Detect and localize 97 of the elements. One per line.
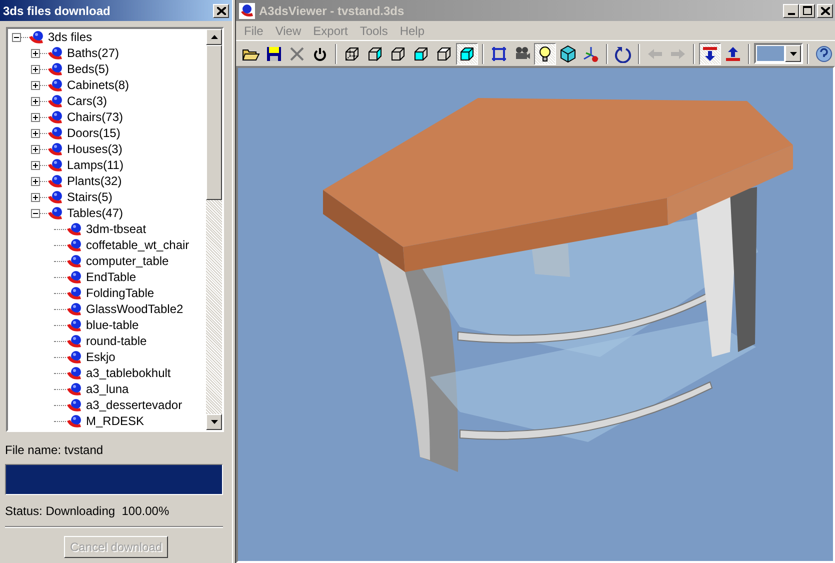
model-icon [47, 110, 65, 124]
color-dropdown[interactable] [754, 43, 803, 64]
close-button[interactable] [213, 4, 230, 18]
tree-item[interactable]: GlassWoodTable2 [84, 302, 186, 316]
model-icon [47, 78, 65, 92]
tree-item[interactable]: Eskjo [84, 350, 118, 364]
tree-item[interactable]: round-table [84, 334, 149, 348]
minus-icon[interactable] [12, 32, 21, 42]
tree-item[interactable]: 3ds files [46, 30, 94, 44]
model-icon [47, 206, 65, 220]
tree-item[interactable]: M_RDESK [84, 414, 146, 428]
model-icon [47, 62, 65, 76]
status-text: Status: Downloading 100.00% [5, 504, 170, 518]
up-arrow-icon [210, 35, 218, 39]
model-icon [47, 190, 65, 204]
tree-item[interactable]: Cabinets(8) [65, 78, 132, 92]
model-icon [66, 222, 84, 236]
tree-item[interactable]: Tables(47) [65, 206, 126, 220]
model-icon [47, 142, 65, 156]
model-icon [66, 238, 84, 252]
model-icon [47, 46, 65, 60]
close-button[interactable] [817, 4, 833, 18]
tree-item[interactable]: a3_tablebokhult [84, 366, 173, 380]
plus-icon[interactable] [31, 112, 40, 122]
axes-icon [582, 44, 600, 62]
model-icon [66, 398, 84, 412]
maximize-button[interactable] [799, 4, 815, 18]
tree-item[interactable]: coffetable_wt_chair [84, 238, 192, 252]
cross-icon [288, 44, 306, 62]
plus-icon[interactable] [31, 160, 40, 170]
tree-item[interactable]: blue-table [84, 318, 141, 332]
tree-item[interactable]: Houses(3) [65, 142, 124, 156]
close-icon [820, 6, 830, 14]
model-icon [47, 158, 65, 172]
wireframe-cube-icon [343, 44, 361, 62]
plus-icon[interactable] [31, 144, 40, 154]
plus-icon[interactable] [31, 96, 40, 106]
plus-icon[interactable] [31, 48, 40, 58]
toolbar-button[interactable] [456, 42, 478, 64]
tree-item[interactable]: Doors(15) [65, 126, 122, 140]
model-icon [66, 254, 84, 268]
model-icon [66, 414, 84, 428]
model-icon [47, 126, 65, 140]
model-icon [66, 350, 84, 364]
window-title: A3dsViewer - tvstand.3ds [259, 4, 406, 18]
minimize-button[interactable] [783, 4, 799, 18]
tree-item[interactable]: computer_table [84, 254, 171, 268]
toolbar-button[interactable] [534, 42, 556, 64]
solid-cube-icon [458, 44, 476, 62]
toolbar-button[interactable] [699, 42, 721, 64]
app-icon [239, 2, 255, 18]
tree-item[interactable]: 3dm-tbseat [84, 222, 148, 236]
download-arrow-icon [701, 44, 719, 62]
plus-icon[interactable] [31, 64, 40, 74]
refresh-icon [614, 44, 632, 62]
down-arrow-icon [210, 420, 218, 424]
minus-icon[interactable] [31, 208, 40, 218]
model-icon [66, 382, 84, 396]
model-icon [47, 94, 65, 108]
maximize-icon [802, 6, 812, 15]
cube-icon [366, 44, 384, 62]
plus-icon[interactable] [31, 80, 40, 90]
tree-item[interactable]: Stairs(5) [65, 190, 114, 204]
cube-icon [412, 44, 430, 62]
scrollbar[interactable] [206, 29, 222, 430]
model-icon [66, 334, 84, 348]
cube-icon [389, 44, 407, 62]
plus-icon[interactable] [31, 176, 40, 186]
model-icon [66, 302, 84, 316]
model-icon [66, 318, 84, 332]
dropdown-arrow-icon [790, 52, 796, 56]
tree-item[interactable]: Plants(32) [65, 174, 124, 188]
file-name-label: File name: tvstand [5, 443, 104, 457]
frame-icon [490, 44, 508, 62]
plus-icon[interactable] [31, 128, 40, 138]
tree-item[interactable]: Lamps(11) [65, 158, 126, 172]
model-icon [66, 286, 84, 300]
tree-item[interactable]: a3_luna [84, 382, 131, 396]
tree-item[interactable]: FoldingTable [84, 286, 156, 300]
model-icon [66, 366, 84, 380]
tree-item[interactable]: Chairs(73) [65, 110, 126, 124]
minimize-icon [788, 12, 794, 14]
cube-icon [435, 44, 453, 62]
help-icon [815, 44, 833, 62]
model-icon [47, 174, 65, 188]
panel-title: 3ds files download [3, 4, 110, 18]
plus-icon[interactable] [31, 192, 40, 202]
tree-item[interactable]: EndTable [84, 270, 138, 284]
tree-item[interactable]: Baths(27) [65, 46, 122, 60]
model-icon [28, 30, 46, 44]
tree-item[interactable]: Cars(3) [65, 94, 110, 108]
upload-arrow-icon [724, 44, 742, 62]
tree-item[interactable]: a3_dessertevador [84, 398, 184, 412]
tree-item[interactable]: Beds(5) [65, 62, 112, 76]
model-icon [66, 270, 84, 284]
close-icon [216, 6, 226, 14]
cube-icon [559, 44, 577, 62]
